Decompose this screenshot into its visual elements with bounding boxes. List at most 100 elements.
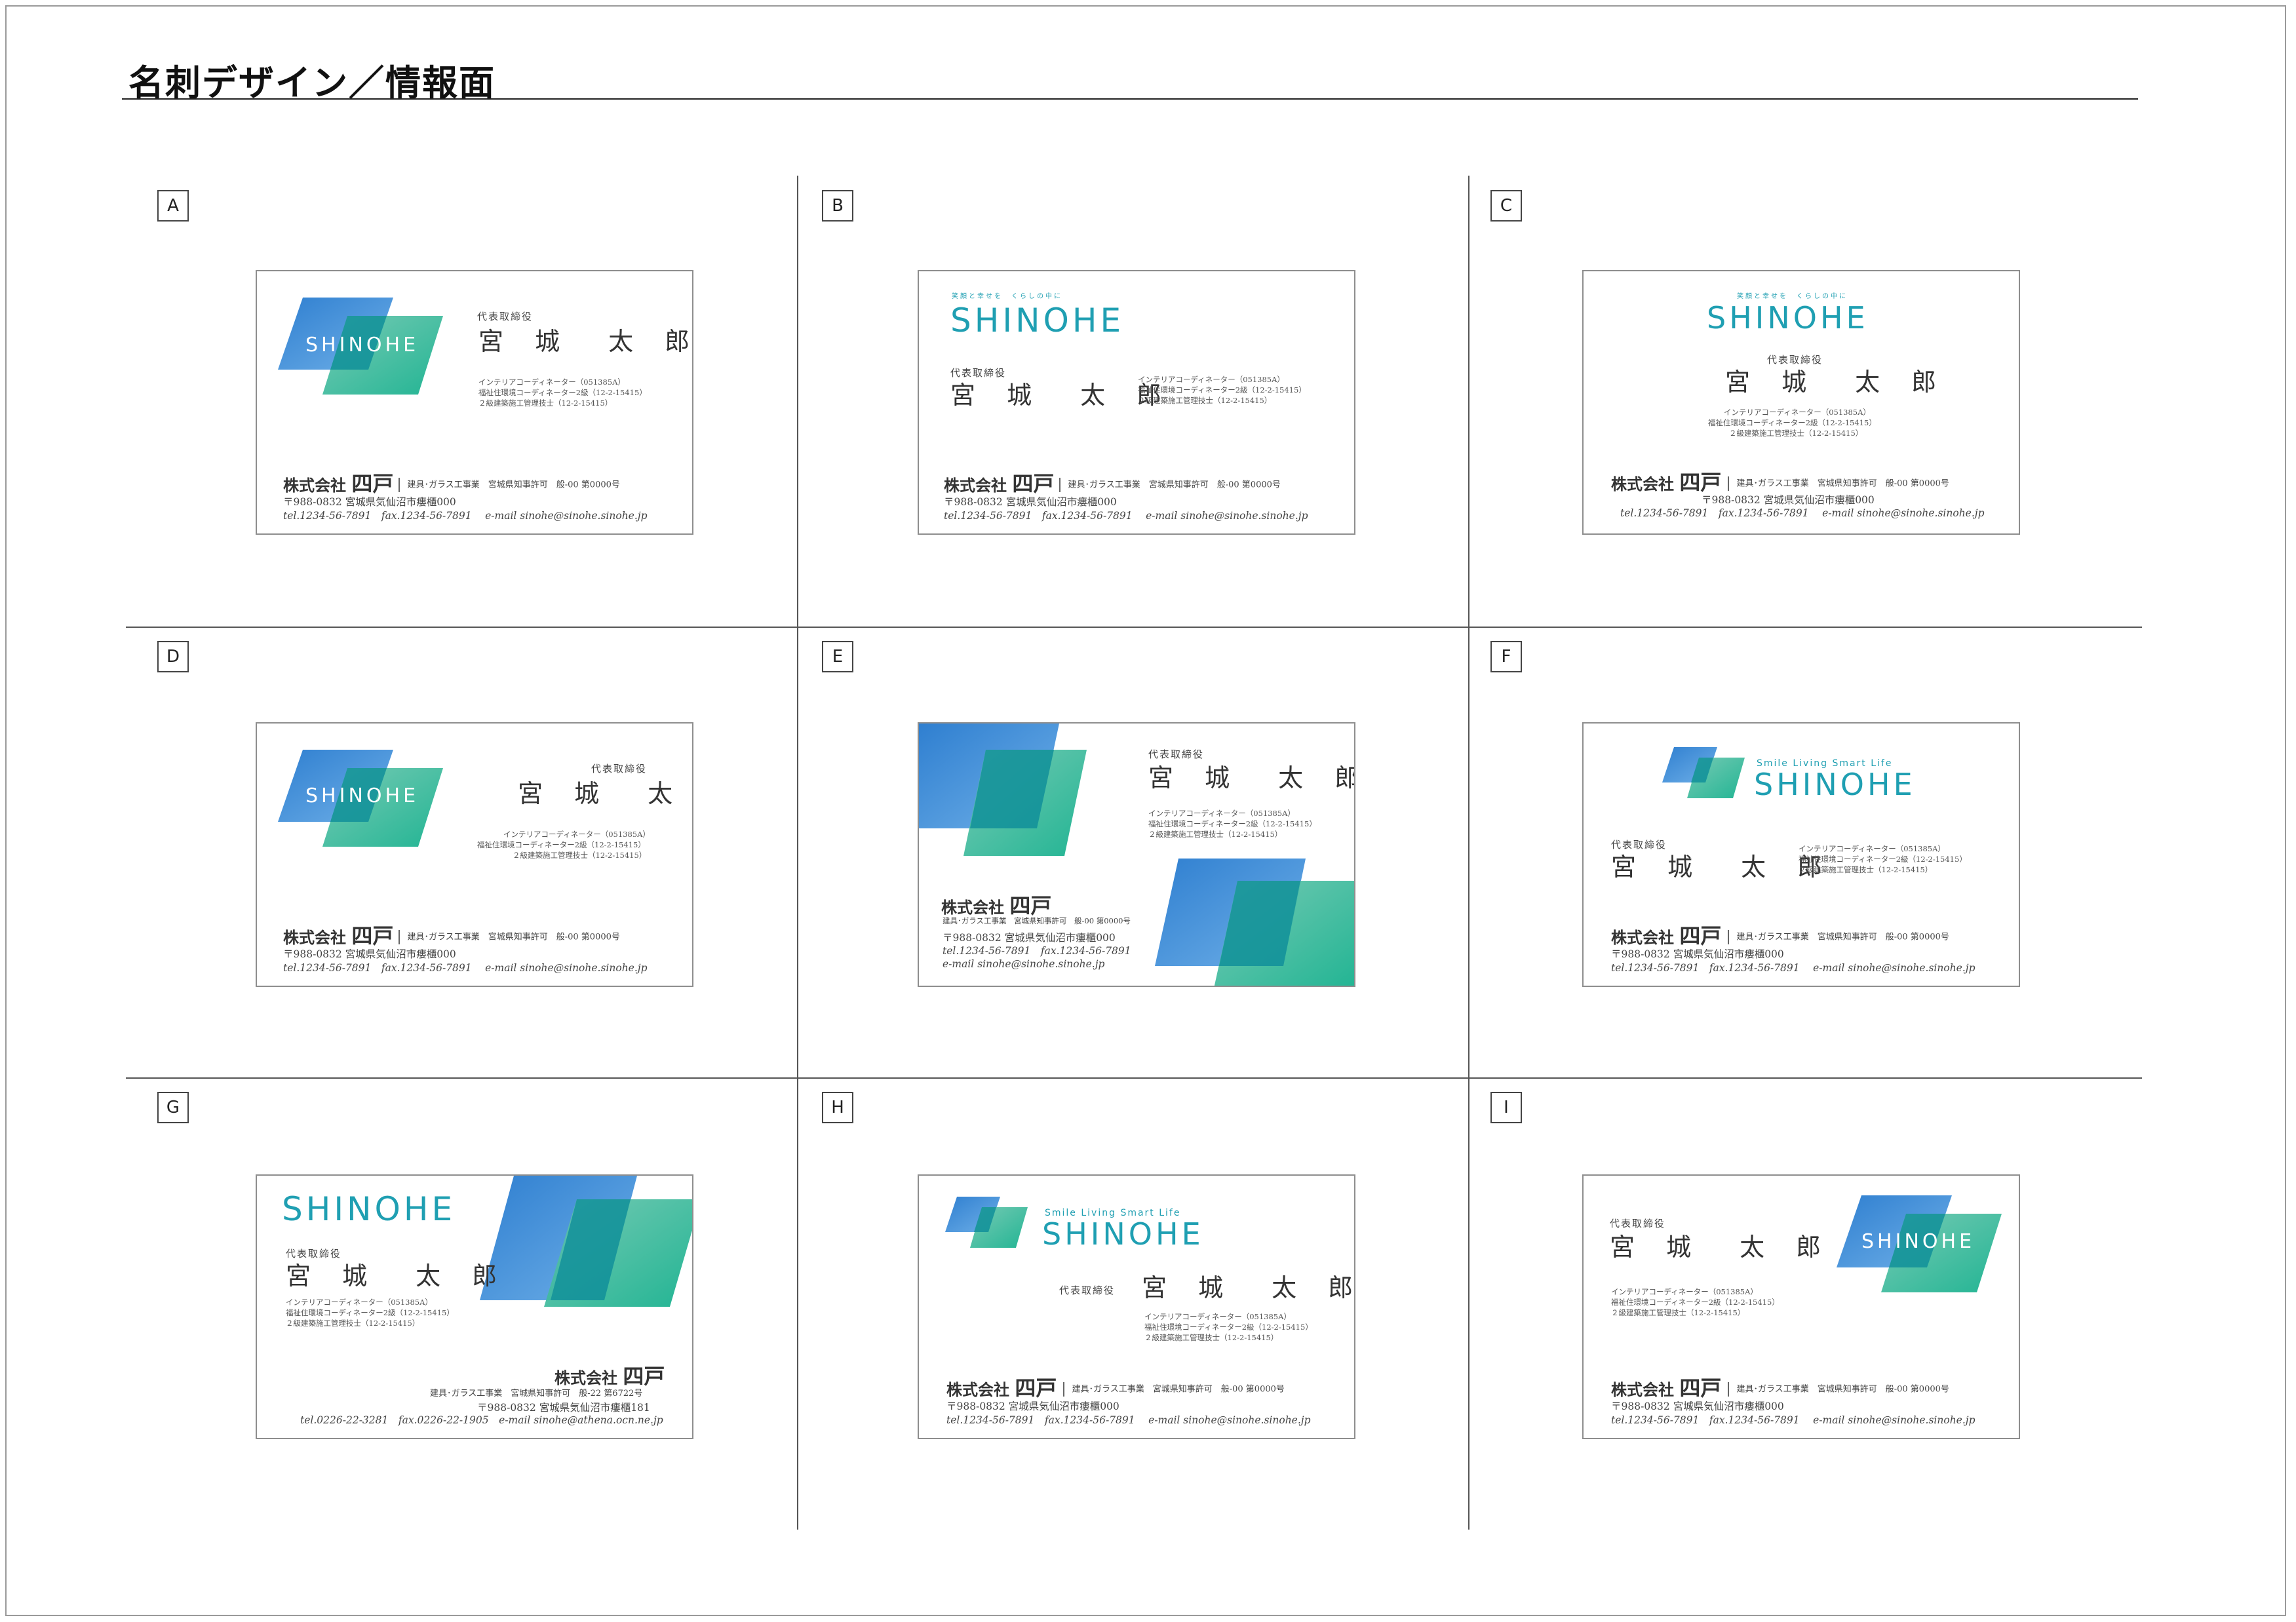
cell-label-g: G [157, 1092, 189, 1123]
email: e-mail sinohe@sinohe.sinohe.jp [1822, 507, 1985, 519]
person-name: 宮 城 太 郎 [286, 1262, 509, 1290]
company-name: 株式会社 四戸 [283, 925, 393, 946]
person-name: 宮 城 太 郎 [518, 779, 692, 808]
qualification-1: インテリアコーディネーター（051385A） [478, 377, 625, 387]
tel: tel.1234-56-7891 [283, 962, 372, 974]
company-name: 株式会社 四戸 [555, 1366, 665, 1387]
contact-line: tel.1234-56-7891 fax.1234-56-7891 e-mail… [1611, 963, 1975, 974]
qualification-3: ２級建築施工管理技士（12-2-15415） [1729, 429, 1863, 438]
address: 〒988-0832 宮城県気仙沼市瘻櫃000 [944, 496, 1117, 508]
cell-label-h: H [822, 1092, 853, 1123]
qualification-1: インテリアコーディネーター（051385A） [1138, 375, 1285, 384]
business-license: 建具･ガラス工事業 宮城県知事許可 般-00 第0000号 [1063, 1382, 1285, 1397]
company-prefix: 株式会社 [944, 476, 1007, 495]
logo-text: SHINOHE [305, 784, 419, 807]
qualification-1: インテリアコーディネーター（051385A） [1724, 408, 1871, 417]
qualification-1: インテリアコーディネーター（051385A） [1799, 844, 1945, 853]
address: 〒988-0832 宮城県気仙沼市瘻櫃000 [1611, 1400, 1784, 1412]
logo-text: SHINOHE [1042, 1216, 1204, 1252]
address: 〒988-0832 宮城県気仙沼市瘻櫃000 [283, 496, 456, 508]
person-name: 宮 城 太 郎 [1148, 763, 1355, 792]
qualification-2: 福祉住環境コーディネーター2級（12-2-15415） [1148, 819, 1317, 828]
job-title: 代表取締役 [1767, 354, 1823, 366]
company-name: 株式会社 四戸 [1611, 472, 1721, 493]
contact-line: tel.1234-56-7891 fax.1234-56-7891 e-mail… [1620, 507, 1985, 519]
company-name: 株式会社 四戸 [941, 895, 1051, 916]
fax: fax.1234-56-7891 [1718, 507, 1809, 519]
business-license: 建具･ガラス工事業 宮城県知事許可 般-00 第0000号 [1059, 478, 1281, 492]
qualification-1: インテリアコーディネーター（051385A） [286, 1298, 433, 1307]
person-name: 宮 城 太 郎 [1142, 1273, 1355, 1302]
qualification-2: 福祉住環境コーディネーター2級（12-2-15415） [477, 840, 646, 849]
company-main: 四戸 [1679, 470, 1722, 495]
cell-label-i: I [1490, 1092, 1522, 1123]
address: 〒988-0832 宮城県気仙沼市瘻櫃000 [946, 1400, 1119, 1412]
fax: fax.1234-56-7891 [1709, 1414, 1800, 1426]
tel: tel.1234-56-7891 [944, 510, 1032, 522]
address: 〒988-0832 宮城県気仙沼市瘻櫃000 [283, 948, 456, 960]
email: e-mail sinohe@sinohe.sinohe.jp [1146, 510, 1308, 522]
business-license: 建具･ガラス工事業 宮城県知事許可 般-00 第0000号 [399, 478, 620, 492]
business-text: 建具･ガラス工事業 宮城県知事許可 般-00 第0000号 [1736, 932, 1949, 942]
company-name: 株式会社 四戸 [283, 473, 393, 494]
cell-label-a: A [157, 190, 189, 222]
company-prefix: 株式会社 [283, 929, 346, 947]
job-title: 代表取締役 [477, 311, 534, 322]
logo-text: SHINOHE [1861, 1230, 1975, 1253]
tagline-jp: 笑顔と幸せを くらしの中に [952, 293, 1062, 300]
logo-text: SHINOHE [305, 334, 419, 357]
contact-line: tel.1234-56-7891 fax.1234-56-7891 e-mail… [1611, 1414, 1975, 1426]
grid-divider [126, 1077, 2142, 1079]
business-card-h: Smile Living Smart Life SHINOHE 代表取締役 宮 … [918, 1174, 1355, 1439]
business-license: 建具･ガラス工事業 宮城県知事許可 般-00 第0000号 [1728, 930, 1949, 944]
qualification-2: 福祉住環境コーディネーター2級（12-2-15415） [1799, 855, 1967, 864]
business-text: 建具･ガラス工事業 宮城県知事許可 般-00 第0000号 [407, 480, 620, 490]
fax: fax.1234-56-7891 [1709, 962, 1800, 974]
job-title: 代表取締役 [591, 763, 648, 775]
qualification-1: インテリアコーディネーター（051385A） [503, 830, 650, 839]
tagline-jp: 笑顔と幸せを くらしの中に [1737, 293, 1848, 300]
qualification-3: ２級建築施工管理技士（12-2-15415） [1799, 865, 1933, 874]
qualification-2: 福祉住環境コーディネーター2級（12-2-15415） [478, 388, 647, 397]
logo-mark [278, 298, 443, 395]
address: 〒988-0832 宮城県気仙沼市瘻櫃181 [477, 1402, 650, 1414]
job-title: 代表取締役 [1148, 748, 1205, 760]
contact-line: tel.1234-56-7891 fax.1234-56-7891 [943, 946, 1131, 957]
company-main: 四戸 [623, 1364, 665, 1389]
tel: tel.1234-56-7891 [1620, 507, 1709, 519]
tel: tel.1234-56-7891 [1611, 1414, 1700, 1426]
logo-text: SHINOHE [1707, 300, 1869, 336]
business-license: 建具･ガラス工事業 宮城県知事許可 般-00 第0000号 [399, 930, 620, 944]
business-text: 建具･ガラス工事業 宮城県知事許可 般-00 第0000号 [1068, 480, 1281, 490]
job-title: 代表取締役 [1059, 1284, 1116, 1296]
tel: tel.1234-56-7891 [946, 1414, 1035, 1426]
business-text: 建具･ガラス工事業 宮城県知事許可 般-00 第0000号 [1736, 478, 1949, 489]
business-text: 建具･ガラス工事業 宮城県知事許可 般-00 第0000号 [407, 932, 620, 942]
company-prefix: 株式会社 [283, 476, 346, 495]
qualification-2: 福祉住環境コーディネーター2級（12-2-15415） [1708, 418, 1877, 427]
qualification-2: 福祉住環境コーディネーター2級（12-2-15415） [1144, 1323, 1313, 1332]
business-license: 建具･ガラス工事業 宮城県知事許可 般-00 第0000号 [1728, 1382, 1949, 1397]
business-text: 建具･ガラス工事業 宮城県知事許可 般-00 第0000号 [1736, 1384, 1949, 1395]
business-card-i: SHINOHE 代表取締役 宮 城 太 郎 インテリアコーディネーター（0513… [1582, 1174, 2020, 1439]
company-main: 四戸 [351, 923, 394, 948]
company-main: 四戸 [1679, 923, 1722, 948]
fax: fax.1234-56-7891 [1044, 1414, 1135, 1426]
email: e-mail sinohe@sinohe.sinohe.jp [1813, 962, 1975, 974]
job-title: 代表取締役 [1610, 1218, 1666, 1229]
tel: tel.1234-56-7891 [283, 510, 372, 522]
company-prefix: 株式会社 [946, 1381, 1009, 1399]
contact-line: tel.0226-22-3281 fax.0226-22-1905 e-mail… [300, 1414, 663, 1426]
company-name: 株式会社 四戸 [946, 1378, 1057, 1399]
qualification-3: ２級建築施工管理技士（12-2-15415） [478, 398, 613, 408]
fax: fax.1234-56-7891 [1040, 945, 1131, 957]
company-prefix: 株式会社 [555, 1369, 617, 1387]
qualification-2: 福祉住環境コーディネーター2級（12-2-15415） [286, 1308, 454, 1317]
fax: fax.1234-56-7891 [381, 962, 472, 974]
email: e-mail sinohe@sinohe.sinohe.jp [485, 962, 648, 974]
qualification-2: 福祉住環境コーディネーター2級（12-2-15415） [1611, 1298, 1780, 1307]
company-main: 四戸 [1009, 893, 1052, 918]
cell-label-c: C [1490, 190, 1522, 222]
logo-text: SHINOHE [1754, 767, 1916, 802]
email: e-mail sinohe@sinohe.sinohe.jp [1813, 1414, 1975, 1426]
